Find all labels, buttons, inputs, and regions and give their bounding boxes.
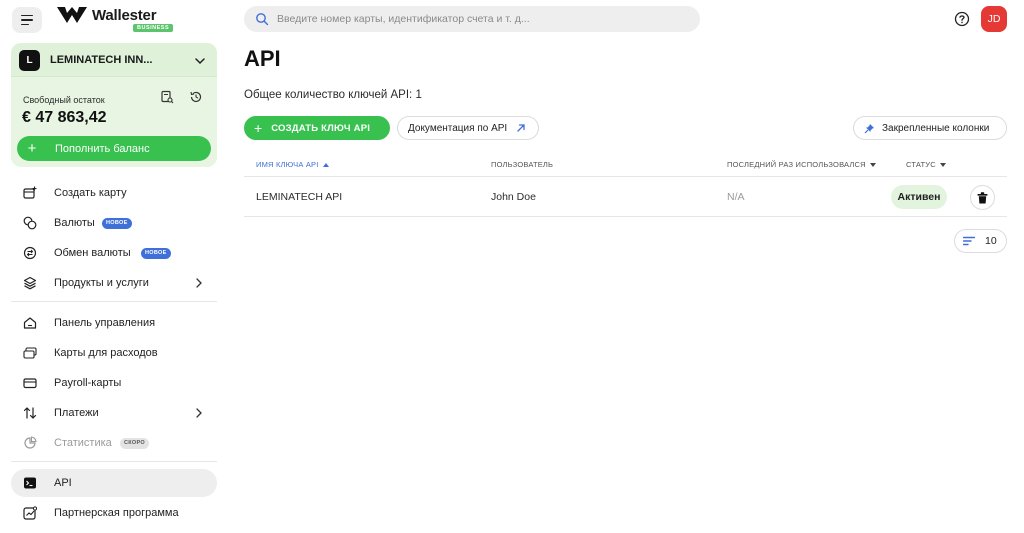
sidebar-item-label: Payroll-карты — [54, 377, 122, 389]
account-logo: L — [19, 50, 40, 71]
balance-value: € 47 863,42 — [22, 109, 107, 126]
history-icon[interactable] — [189, 90, 203, 104]
brand-badge: BUSINESS — [133, 24, 174, 32]
external-link-icon — [517, 124, 525, 132]
search-bar[interactable] — [244, 6, 700, 32]
api-docs-label: Документация по API — [408, 122, 508, 134]
sidebar-item-currency-exchange[interactable]: Обмен валюты НОВОЕ — [11, 239, 217, 267]
search-input[interactable] — [277, 13, 700, 25]
table-header-divider — [244, 176, 1007, 177]
chevron-right-icon — [196, 278, 202, 288]
sidebar-item-expense-cards[interactable]: Карты для расходов — [11, 339, 217, 367]
new-badge: НОВОЕ — [102, 217, 132, 229]
sidebar-item-payments[interactable]: Платежи — [11, 399, 217, 427]
plus-icon: + — [254, 120, 263, 136]
cards-icon — [23, 347, 37, 359]
sidebar-item-partner-program[interactable]: Партнерская программа — [11, 499, 217, 527]
topup-label: Пополнить баланс — [55, 142, 150, 155]
sidebar-item-label: Валюты — [54, 217, 95, 229]
coins-icon — [23, 216, 37, 230]
brand-logo[interactable]: Wallester BUSINESS — [57, 4, 174, 32]
sidebar-divider — [11, 301, 217, 302]
new-badge: НОВОЕ — [141, 247, 171, 259]
home-icon — [23, 317, 37, 329]
brand-name: Wallester — [92, 7, 157, 24]
plus-icon: + — [27, 140, 37, 157]
table-row-divider — [244, 216, 1007, 217]
sidebar-item-api[interactable]: API — [11, 469, 217, 497]
column-header-last-used[interactable]: ПОСЛЕДНИЙ РАЗ ИСПОЛЬЗОВАЛСЯ — [727, 160, 876, 169]
sort-desc-icon — [939, 162, 946, 167]
sidebar-divider — [11, 461, 217, 462]
trend-chart-icon — [23, 506, 37, 520]
api-key-name: LEMINATECH API — [256, 191, 343, 203]
help-icon[interactable] — [954, 11, 970, 27]
api-docs-button[interactable]: Документация по API — [397, 116, 539, 140]
pinned-columns-label: Закрепленные колонки — [882, 122, 990, 134]
sidebar-item-label: Карты для расходов — [54, 347, 158, 359]
exchange-icon — [23, 246, 37, 260]
page-size-selector[interactable]: 10 — [954, 229, 1007, 253]
sidebar-item-label: Обмен валюты — [54, 247, 131, 259]
column-header-label: ПОЛЬЗОВАТЕЛЬ — [491, 160, 554, 169]
account-name: LEMINATECH INN... — [50, 54, 153, 66]
sidebar-item-statistics: Статистика СКОРО — [11, 429, 217, 457]
balance-label: Свободный остаток — [23, 95, 105, 105]
api-key-user: John Doe — [491, 191, 536, 203]
sort-asc-icon — [322, 162, 329, 167]
user-avatar[interactable]: JD — [981, 6, 1007, 32]
api-keys-count: Общее количество ключей API: 1 — [244, 89, 422, 101]
soon-badge: СКОРО — [120, 437, 149, 449]
column-header-user: ПОЛЬЗОВАТЕЛЬ — [491, 160, 553, 169]
status-badge: Активен — [891, 185, 947, 209]
pinned-columns-button[interactable]: Закрепленные колонки — [853, 116, 1007, 140]
column-header-label: ИМЯ КЛЮЧА API — [256, 160, 319, 169]
column-header-label: ПОСЛЕДНИЙ РАЗ ИСПОЛЬЗОВАЛСЯ — [727, 160, 866, 169]
wallet-card-icon — [23, 378, 37, 389]
sidebar-item-label: Панель управления — [54, 317, 156, 329]
chevron-down-icon — [195, 58, 205, 65]
app-root: Wallester BUSINESS JD L LEMINATECH INN..… — [0, 0, 1024, 533]
menu-button[interactable] — [12, 7, 42, 33]
page-title: API — [244, 46, 281, 71]
page-size-value: 10 — [985, 235, 997, 247]
sidebar-item-label: Статистика — [54, 437, 112, 449]
wallester-logo-icon — [57, 7, 87, 23]
chevron-right-icon — [196, 408, 202, 418]
sidebar-item-create-card[interactable]: Создать карту — [11, 179, 217, 207]
card-plus-icon — [23, 186, 37, 199]
sidebar-item-currencies[interactable]: Валюты НОВОЕ — [11, 209, 217, 237]
account-selector[interactable]: L LEMINATECH INN... — [11, 43, 217, 77]
trash-icon — [977, 191, 988, 203]
sidebar-item-payroll-cards[interactable]: Payroll-карты — [11, 369, 217, 397]
delete-button[interactable] — [970, 185, 995, 210]
terminal-icon — [24, 477, 36, 489]
sidebar-item-label: API — [54, 477, 72, 489]
hamburger-icon — [21, 14, 33, 17]
sidebar-item-label: Продукты и услуги — [54, 277, 149, 289]
transfer-arrows-icon — [23, 407, 37, 419]
column-header-key-name[interactable]: ИМЯ КЛЮЧА API — [256, 160, 329, 169]
search-icon — [256, 13, 269, 26]
sidebar-item-products-services[interactable]: Продукты и услуги — [11, 269, 217, 297]
api-key-last-used: N/A — [727, 191, 745, 203]
topup-button[interactable]: + Пополнить баланс — [17, 136, 211, 161]
create-api-key-label: СОЗДАТЬ КЛЮЧ API — [271, 122, 371, 134]
column-header-status[interactable]: СТАТУС — [906, 160, 946, 169]
lines-icon — [963, 236, 975, 246]
sort-desc-icon — [869, 162, 876, 167]
account-card: L LEMINATECH INN... Свободный остаток € … — [11, 43, 217, 167]
sidebar-item-label: Партнерская программа — [54, 507, 179, 519]
pie-chart-icon — [24, 436, 37, 449]
column-header-label: СТАТУС — [906, 160, 936, 169]
pin-icon — [864, 123, 874, 133]
sidebar-item-dashboard[interactable]: Панель управления — [11, 309, 217, 337]
statement-search-icon[interactable] — [160, 90, 174, 104]
sidebar-item-label: Платежи — [54, 407, 99, 419]
sidebar-item-label: Создать карту — [54, 187, 127, 199]
create-api-key-button[interactable]: + СОЗДАТЬ КЛЮЧ API — [244, 116, 390, 140]
layers-icon — [23, 276, 37, 290]
